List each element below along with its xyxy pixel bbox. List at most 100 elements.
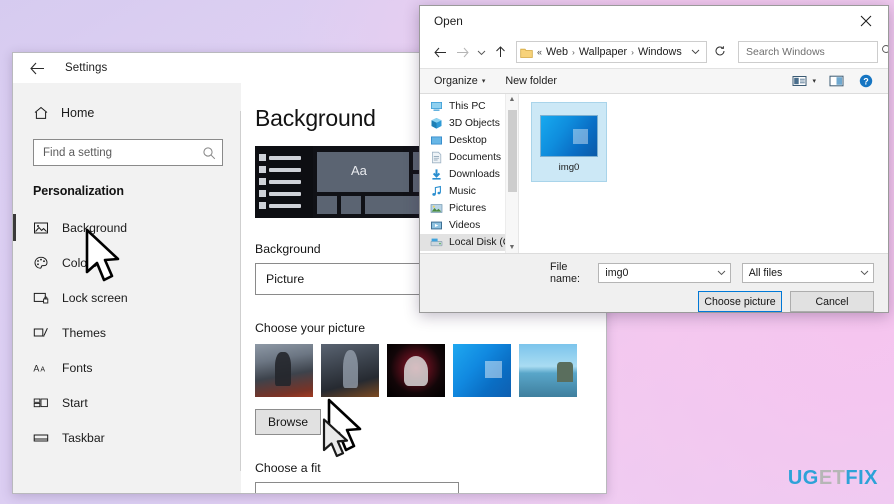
choose-your-picture-label: Choose your picture [255, 321, 366, 335]
tree-item-3d-objects[interactable]: 3D Objects [420, 115, 518, 132]
videos-icon [430, 219, 443, 232]
image-icon [33, 220, 49, 236]
svg-text:A: A [40, 366, 45, 373]
tree-item-documents[interactable]: Documents [420, 149, 518, 166]
organize-button[interactable]: Organize ▾ [434, 75, 485, 87]
dialog-footer: File name: img0 All files Choose picture… [420, 253, 888, 312]
file-thumbnail [540, 115, 598, 157]
refresh-icon[interactable] [709, 45, 731, 60]
sidebar-label: Taskbar [62, 430, 105, 445]
new-folder-button[interactable]: New folder [505, 75, 557, 87]
breadcrumb-part[interactable]: Web [546, 46, 568, 58]
3d-objects-icon [430, 117, 443, 130]
sidebar-item-colors[interactable]: Colors [13, 245, 241, 280]
local-disk-icon [430, 236, 443, 249]
file-type-dropdown[interactable]: All files [741, 263, 874, 283]
tree-scrollbar-thumb[interactable] [508, 110, 517, 192]
picture-thumb[interactable] [255, 344, 313, 397]
file-list-area[interactable]: img0 [518, 94, 888, 253]
dialog-search-box[interactable] [738, 41, 888, 63]
chevron-down-icon[interactable] [717, 267, 726, 279]
fonts-icon: AA [33, 360, 49, 376]
picture-thumb[interactable] [387, 344, 445, 397]
tree-label: Videos [449, 220, 481, 231]
picture-thumb[interactable] [519, 344, 577, 397]
tree-label: Desktop [449, 135, 487, 146]
this-pc-icon [430, 100, 443, 113]
back-arrow-icon[interactable] [21, 55, 53, 81]
chevron-down-icon[interactable] [860, 267, 869, 279]
tree-item-pictures[interactable]: Pictures [420, 200, 518, 217]
preview-tile-text: Aa [351, 163, 367, 178]
sidebar-item-lock-screen[interactable]: Lock screen [13, 280, 241, 315]
sidebar-home-label: Home [61, 106, 95, 120]
settings-search-wrap [13, 127, 241, 166]
breadcrumb-part[interactable]: Wallpaper [579, 46, 627, 58]
watermark: UGETFIX [788, 467, 878, 490]
close-icon[interactable] [844, 6, 888, 36]
scroll-up-icon[interactable]: ▲ [509, 96, 516, 103]
dialog-titlebar: Open [420, 6, 888, 36]
preview-pane-icon[interactable] [828, 74, 845, 89]
sidebar-item-background[interactable]: Background [13, 210, 241, 245]
choose-picture-button[interactable]: Choose picture [698, 291, 782, 312]
chevron-down-icon: ▾ [481, 78, 486, 85]
breadcrumb-part[interactable]: Windows [638, 46, 682, 58]
search-input[interactable] [43, 146, 202, 159]
pictures-icon [430, 202, 443, 215]
settings-title: Settings [65, 62, 108, 74]
sidebar-item-home[interactable]: Home [13, 99, 241, 127]
watermark-part-2: ET [818, 467, 846, 489]
breadcrumb[interactable]: « Web › Wallpaper › Windows [516, 41, 707, 63]
sidebar-item-fonts[interactable]: AA Fonts [13, 350, 241, 385]
view-layout-icon[interactable] [791, 74, 808, 89]
tree-scrollbar[interactable]: ▲ ▼ [505, 94, 518, 253]
breadcrumb-separator: › [572, 47, 575, 57]
picture-thumbnails [255, 344, 606, 397]
music-icon [430, 185, 443, 198]
tree-item-local-disk-c[interactable]: Local Disk (C:) [420, 234, 518, 251]
back-arrow-icon[interactable] [430, 41, 450, 63]
tree-label: 3D Objects [449, 118, 500, 129]
themes-icon [33, 325, 49, 341]
tree-item-music[interactable]: Music [420, 183, 518, 200]
cancel-button[interactable]: Cancel [790, 291, 874, 312]
home-icon [33, 105, 49, 121]
tree-item-desktop[interactable]: Desktop [420, 132, 518, 149]
scroll-down-icon[interactable]: ▼ [509, 244, 516, 251]
tree-item-downloads[interactable]: Downloads [420, 166, 518, 183]
sidebar-item-themes[interactable]: Themes [13, 315, 241, 350]
file-type-value: All files [748, 267, 783, 279]
fit-dropdown[interactable]: Stretch [255, 482, 459, 493]
view-chevron-down-icon[interactable]: ▾ [812, 77, 816, 85]
dialog-address-row: « Web › Wallpaper › Windows [420, 36, 888, 68]
lock-screen-icon [33, 290, 49, 306]
sidebar-item-start[interactable]: Start [13, 385, 241, 420]
picture-thumb[interactable] [453, 344, 511, 397]
breadcrumb-overflow[interactable]: « [537, 47, 542, 57]
up-arrow-icon[interactable] [490, 41, 510, 63]
forward-arrow-icon[interactable] [452, 41, 472, 63]
folder-icon [520, 46, 533, 58]
tree-label: Documents [449, 152, 502, 163]
svg-text:A: A [33, 363, 39, 373]
tree-item-this-pc[interactable]: This PC [420, 98, 518, 115]
watermark-part-3: FIX [845, 467, 878, 489]
file-name-value: img0 [605, 267, 629, 279]
dialog-body: This PC 3D Objects Desktop Documents Dow… [420, 94, 888, 253]
search-icon [881, 43, 888, 61]
chevron-down-icon[interactable] [688, 47, 702, 57]
recent-locations-chevron-down-icon[interactable] [474, 41, 488, 63]
find-a-setting-box[interactable] [33, 139, 223, 166]
file-name-input[interactable]: img0 [598, 263, 731, 283]
picture-thumb[interactable] [321, 344, 379, 397]
sidebar-item-taskbar[interactable]: Taskbar [13, 420, 241, 455]
dialog-search-input[interactable] [746, 46, 881, 58]
tree-item-videos[interactable]: Videos [420, 217, 518, 234]
browse-button[interactable]: Browse [255, 409, 321, 435]
search-icon [202, 146, 216, 160]
file-item[interactable]: img0 [531, 102, 607, 182]
sidebar-label: Colors [62, 255, 98, 270]
sidebar-label: Start [62, 395, 88, 410]
help-icon[interactable]: ? [857, 74, 874, 89]
